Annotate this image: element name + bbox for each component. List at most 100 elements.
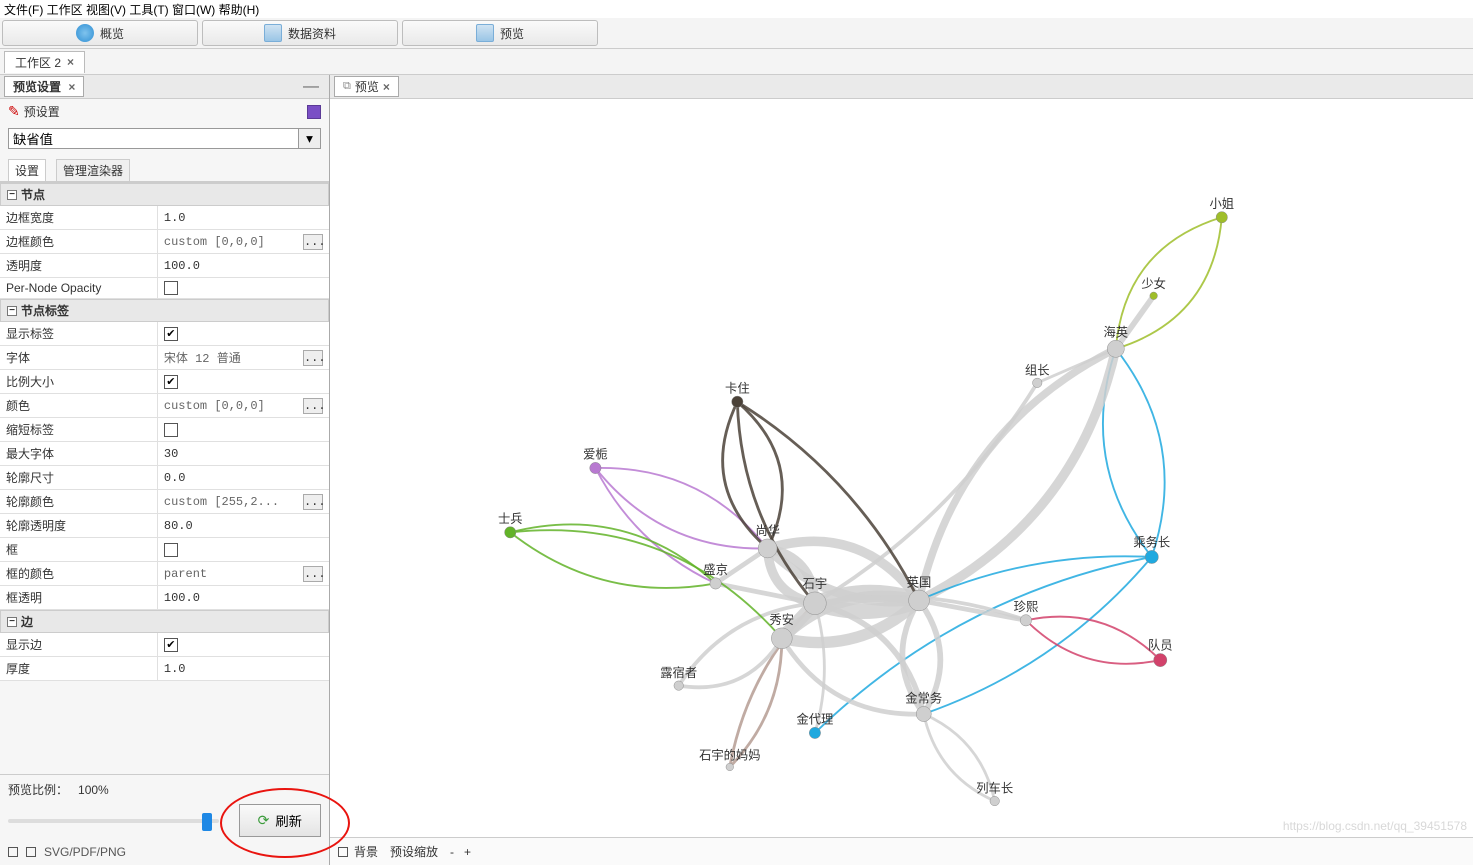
preset-dropdown-input[interactable] bbox=[8, 128, 299, 149]
preview-settings-panel: 预览设置 × — ✎ 预设置 ▾ 设置 管理渲染器 −节点边框宽度1.0边框颜色… bbox=[0, 75, 330, 865]
graph-node[interactable] bbox=[1020, 615, 1031, 626]
graph-node[interactable] bbox=[505, 527, 516, 538]
property-key: 显示边 bbox=[0, 633, 158, 656]
property-section[interactable]: −节点标签 bbox=[0, 299, 329, 322]
graph-edge bbox=[1116, 296, 1154, 349]
graph-node[interactable] bbox=[1033, 378, 1042, 387]
property-key: Per-Node Opacity bbox=[0, 278, 158, 298]
menubar-text: 文件(F) 工作区 视图(V) 工具(T) 窗口(W) 帮助(H) bbox=[4, 1, 259, 18]
checkbox[interactable] bbox=[164, 638, 178, 652]
property-value[interactable]: 100.0 bbox=[158, 254, 329, 277]
property-key: 最大字体 bbox=[0, 442, 158, 465]
ellipsis-button[interactable]: ... bbox=[303, 350, 323, 366]
graph-node[interactable] bbox=[674, 681, 683, 690]
ellipsis-button[interactable]: ... bbox=[303, 398, 323, 414]
property-value[interactable]: 100.0 bbox=[158, 586, 329, 609]
graph-node[interactable] bbox=[771, 628, 792, 649]
panel-title-tab[interactable]: 预览设置 × bbox=[4, 76, 84, 97]
graph-node-label: 秀安 bbox=[770, 612, 795, 627]
toolbar-data[interactable]: 数据资料 bbox=[202, 20, 398, 46]
property-value[interactable] bbox=[158, 278, 329, 298]
graph-node[interactable] bbox=[590, 462, 601, 473]
property-section[interactable]: −节点 bbox=[0, 183, 329, 206]
ellipsis-button[interactable]: ... bbox=[303, 494, 323, 510]
chevron-down-icon[interactable]: ▾ bbox=[299, 128, 321, 149]
graph-node[interactable] bbox=[726, 763, 734, 771]
preview-panel: ⧉ 预览 × 小姐少女海英组长乘务长珍熙队员金常务列车长金代理石宇的妈妈露宿者秀… bbox=[330, 75, 1473, 865]
ellipsis-button[interactable]: ... bbox=[303, 234, 323, 250]
property-value[interactable]: 30 bbox=[158, 442, 329, 465]
export-label[interactable]: SVG/PDF/PNG bbox=[44, 845, 126, 859]
checkbox-icon[interactable] bbox=[338, 847, 348, 857]
property-row: Per-Node Opacity bbox=[0, 278, 329, 299]
property-value[interactable] bbox=[158, 370, 329, 393]
property-value[interactable]: 0.0 bbox=[158, 466, 329, 489]
save-icon[interactable] bbox=[307, 105, 321, 119]
property-value[interactable]: 80.0 bbox=[158, 514, 329, 537]
property-value[interactable]: 1.0 bbox=[158, 657, 329, 680]
collapse-icon[interactable]: − bbox=[7, 190, 17, 200]
property-value[interactable]: custom [0,0,0]... bbox=[158, 230, 329, 253]
property-value[interactable]: custom [255,2...... bbox=[158, 490, 329, 513]
property-row: 显示标签 bbox=[0, 322, 329, 346]
graph-node[interactable] bbox=[916, 706, 931, 721]
preview-tab[interactable]: ⧉ 预览 × bbox=[334, 76, 399, 97]
close-icon[interactable]: × bbox=[68, 80, 75, 94]
property-key: 比例大小 bbox=[0, 370, 158, 393]
subtab-renderer[interactable]: 管理渲染器 bbox=[56, 159, 130, 181]
graph-node[interactable] bbox=[758, 539, 777, 558]
close-icon[interactable]: × bbox=[67, 55, 74, 69]
checkbox[interactable] bbox=[164, 423, 178, 437]
property-value[interactable]: 宋体 12 普通... bbox=[158, 346, 329, 369]
graph-node-label: 爱栀 bbox=[583, 448, 608, 462]
property-section[interactable]: −边 bbox=[0, 610, 329, 633]
graph-node[interactable] bbox=[909, 590, 930, 611]
preset-dropdown[interactable]: ▾ bbox=[8, 128, 321, 149]
graph-node[interactable] bbox=[1150, 292, 1158, 300]
property-row: 框透明100.0 bbox=[0, 586, 329, 610]
toolbar-overview[interactable]: 概览 bbox=[2, 20, 198, 46]
ellipsis-button[interactable]: ... bbox=[303, 566, 323, 582]
graph-node[interactable] bbox=[1216, 212, 1227, 223]
workspace-tab-label: 工作区 2 bbox=[15, 54, 61, 71]
graph-node-label: 列车长 bbox=[976, 781, 1013, 796]
graph-node[interactable] bbox=[1107, 340, 1124, 357]
subtab-settings[interactable]: 设置 bbox=[8, 159, 46, 181]
zoom-in-button[interactable]: + bbox=[464, 845, 471, 859]
graph-node[interactable] bbox=[710, 578, 721, 589]
slider-thumb[interactable] bbox=[202, 813, 212, 831]
refresh-button[interactable]: ⟳ 刷新 bbox=[239, 804, 321, 837]
minimize-icon[interactable]: — bbox=[297, 78, 325, 96]
checkbox[interactable] bbox=[164, 543, 178, 557]
property-value[interactable] bbox=[158, 322, 329, 345]
graph-node[interactable] bbox=[990, 796, 999, 805]
preview-footer: 背景 预设缩放 - + bbox=[330, 837, 1473, 865]
property-value[interactable] bbox=[158, 633, 329, 656]
graph-node[interactable] bbox=[1154, 653, 1167, 666]
zoom-out-button[interactable]: - bbox=[450, 845, 454, 859]
graph-node[interactable] bbox=[732, 396, 743, 407]
collapse-icon[interactable]: − bbox=[7, 306, 17, 316]
close-icon[interactable]: × bbox=[383, 80, 390, 94]
properties-list[interactable]: −节点边框宽度1.0边框颜色custom [0,0,0]...透明度100.0P… bbox=[0, 182, 329, 774]
property-value[interactable]: 1.0 bbox=[158, 206, 329, 229]
graph-node-label: 盛京 bbox=[703, 562, 728, 577]
grid-icon bbox=[264, 24, 282, 42]
toolbar-preview[interactable]: 预览 bbox=[402, 20, 598, 46]
graph-canvas[interactable]: 小姐少女海英组长乘务长珍熙队员金常务列车长金代理石宇的妈妈露宿者秀安石宇英国尚华… bbox=[330, 99, 1473, 837]
checkbox[interactable] bbox=[164, 281, 178, 295]
collapse-icon[interactable]: − bbox=[7, 617, 17, 627]
property-value[interactable] bbox=[158, 418, 329, 441]
workspace-tab[interactable]: 工作区 2 × bbox=[4, 51, 85, 73]
property-value[interactable] bbox=[158, 538, 329, 561]
checkbox[interactable] bbox=[164, 327, 178, 341]
graph-edge bbox=[919, 349, 1116, 601]
property-value[interactable]: custom [0,0,0]... bbox=[158, 394, 329, 417]
graph-node[interactable] bbox=[1145, 550, 1158, 563]
graph-node[interactable] bbox=[804, 592, 827, 615]
checkbox[interactable] bbox=[164, 375, 178, 389]
ratio-slider[interactable] bbox=[8, 819, 219, 823]
graph-node[interactable] bbox=[809, 727, 820, 738]
property-row: 轮廓透明度80.0 bbox=[0, 514, 329, 538]
property-value[interactable]: parent... bbox=[158, 562, 329, 585]
